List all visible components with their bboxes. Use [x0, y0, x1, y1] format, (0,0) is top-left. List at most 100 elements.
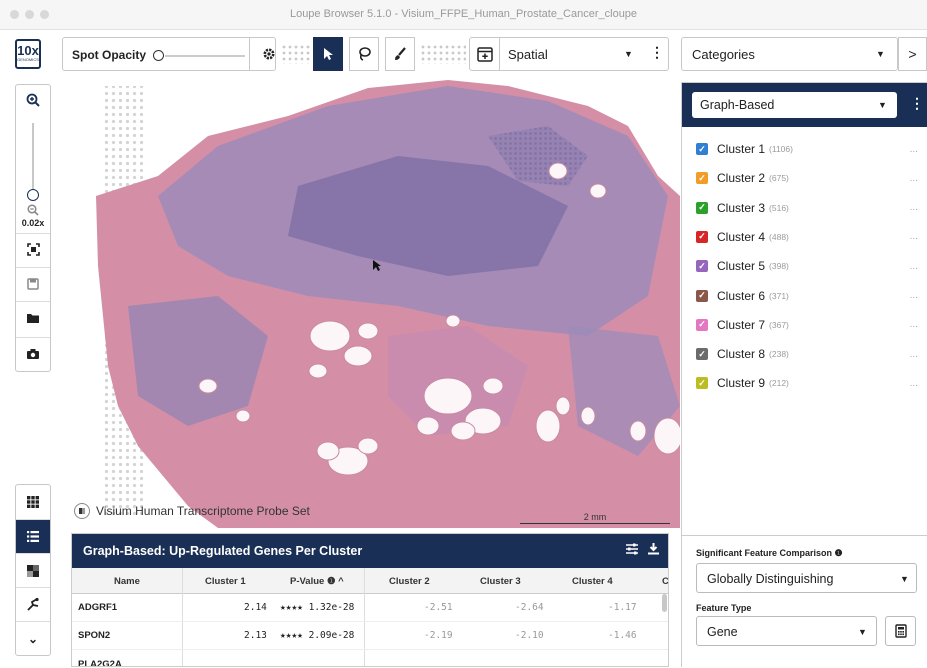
info-icon: ❶ [326, 576, 336, 587]
cluster-4-value: -1.17 [608, 602, 637, 613]
more-options-icon[interactable]: ⋮ [910, 95, 924, 112]
cluster-options-icon[interactable]: ... [910, 231, 918, 242]
cluster-2-value: -2.19 [424, 630, 453, 641]
gene-name: ADGRF1 [78, 602, 118, 613]
column-header-cluster-3[interactable]: Cluster 3 [480, 576, 521, 587]
cluster-options-icon[interactable]: ... [910, 349, 918, 360]
column-header-cluster-5[interactable]: C [662, 576, 668, 587]
sort-ascending-icon[interactable]: ^ [338, 576, 344, 587]
table-header-bar: Graph-Based: Up-Regulated Genes Per Clus… [72, 534, 668, 568]
cluster-options-icon[interactable]: ... [910, 173, 918, 184]
chevron-down-icon: ▼ [900, 574, 909, 584]
cluster-options-icon[interactable]: ... [910, 378, 918, 389]
cluster-item[interactable]: ✓ Cluster 6 (371)... [696, 285, 918, 307]
zoom-slider-track[interactable] [32, 123, 34, 193]
cluster-item[interactable]: ✓ Cluster 4 (488)... [696, 226, 918, 248]
cluster-name: Cluster 9 [717, 376, 766, 391]
cluster-item[interactable]: ✓ Cluster 5 (398)... [696, 255, 918, 277]
filter-icon[interactable] [625, 542, 639, 560]
scale-bar-label: 2 mm [583, 512, 607, 522]
cluster-checkbox[interactable]: ✓ [696, 289, 708, 302]
download-icon[interactable] [647, 542, 660, 560]
zoom-out-icon [27, 204, 39, 216]
calculator-button[interactable] [885, 616, 916, 646]
cluster-options-icon[interactable]: ... [910, 319, 918, 330]
cluster-options-icon[interactable]: ... [910, 202, 918, 213]
cluster-options-icon[interactable]: ... [910, 290, 918, 301]
feature-type-select[interactable]: Gene ▼ [696, 616, 877, 646]
save-button[interactable] [16, 267, 50, 299]
table-row[interactable]: SPON2 2.13 ★★★★ 2.09e-28 -2.19 -2.10 -1.… [72, 622, 668, 650]
view-selector[interactable]: Spatial ▼ ⋮ [469, 37, 669, 71]
more-options-icon[interactable]: ⋮ [650, 44, 664, 61]
trajectory-button[interactable] [16, 587, 50, 621]
zoom-in-button[interactable] [16, 85, 50, 115]
cluster-2-value: -2.51 [424, 602, 453, 613]
save-icon [27, 277, 39, 290]
cluster-checkbox[interactable]: ✓ [696, 318, 708, 331]
heatmap-button[interactable] [16, 553, 50, 587]
table-scrollbar[interactable] [662, 594, 667, 612]
table-row[interactable]: ADGRF1 2.14 ★★★★ 1.32e-28 -2.51 -2.64 -1… [72, 594, 668, 622]
cluster-checkbox[interactable]: ✓ [696, 348, 708, 361]
cluster-item[interactable]: ✓ Cluster 8 (238)... [696, 343, 918, 365]
view-mode-button[interactable] [470, 38, 500, 70]
cluster-checkbox[interactable]: ✓ [696, 172, 708, 185]
column-header-p-value[interactable]: P-Value ❶ ^ [290, 576, 344, 587]
cluster-options-icon[interactable]: ... [910, 261, 918, 272]
cluster-item[interactable]: ✓ Cluster 7 (367)... [696, 314, 918, 336]
cluster-item[interactable]: ✓ Cluster 1 (1106)... [696, 138, 918, 160]
cluster-checkbox[interactable]: ✓ [696, 201, 708, 214]
table-row[interactable]: PLA2G2A [72, 650, 668, 667]
column-header-cluster-4[interactable]: Cluster 4 [572, 576, 613, 587]
spot-opacity-slider-track[interactable] [165, 55, 245, 57]
heatmap-icon [27, 564, 39, 577]
list-view-button[interactable] [16, 519, 50, 553]
info-icon[interactable]: ❶ [835, 548, 843, 558]
fit-to-screen-button[interactable] [16, 233, 50, 265]
significant-feature-label: Significant Feature Comparison ❶ [696, 548, 843, 559]
panel-next-button[interactable]: > [898, 37, 927, 71]
column-header-cluster-2[interactable]: Cluster 2 [389, 576, 430, 587]
zoom-level-text: 0.02x [21, 218, 45, 228]
cluster-name: Cluster 4 [717, 229, 766, 244]
cluster-checkbox[interactable]: ✓ [696, 377, 708, 390]
significant-feature-select[interactable]: Globally Distinguishing ▼ [696, 563, 917, 593]
feature-comparison-section: Significant Feature Comparison ❶ Globall… [682, 535, 927, 668]
cluster-checkbox[interactable]: ✓ [696, 143, 708, 155]
feature-type-value: Gene [707, 625, 738, 639]
gene-name: PLA2G2A [78, 659, 122, 667]
clustering-selector[interactable]: Graph-Based ▼ [692, 92, 897, 118]
grid-view-button[interactable] [16, 485, 50, 519]
expand-tools-button[interactable]: ⌄ [16, 621, 50, 655]
chevron-down-icon: ▼ [876, 49, 885, 59]
window-titlebar: Loupe Browser 5.1.0 - Visium_FFPE_Human_… [0, 0, 927, 30]
lasso-tool-button[interactable] [349, 37, 379, 71]
brush-tool-button[interactable] [385, 37, 415, 71]
spatial-tissue-view[interactable] [68, 76, 680, 528]
cluster-item[interactable]: ✓ Cluster 2 (675)... [696, 167, 918, 189]
cluster-4-value: -1.46 [608, 630, 637, 641]
cluster-item[interactable]: ✓ Cluster 9 (212)... [696, 372, 918, 394]
cluster-count: (367) [769, 319, 789, 330]
cluster-3-value: -2.10 [515, 630, 544, 641]
screenshot-button[interactable] [16, 337, 50, 369]
p-value: ★★★★ 2.09e-28 [280, 630, 355, 641]
cluster-checkbox[interactable]: ✓ [696, 230, 708, 243]
zoom-in-icon [26, 93, 40, 107]
cluster-checkbox[interactable]: ✓ [696, 260, 708, 273]
cluster-options-icon[interactable]: ... [910, 144, 918, 155]
spot-opacity-slider-handle[interactable] [153, 50, 164, 61]
view-tools-panel: 0.02x [15, 84, 51, 372]
cluster-item[interactable]: ✓ Cluster 3 (516)... [696, 197, 918, 219]
table-column-headers: Name Cluster 1 P-Value ❶ ^ Cluster 2 Clu… [72, 568, 668, 594]
open-folder-button[interactable] [16, 301, 50, 333]
column-header-name[interactable]: Name [114, 576, 140, 587]
chevron-down-icon: ▼ [624, 49, 633, 59]
categories-selector[interactable]: Categories ▼ [681, 37, 898, 71]
select-tool-button[interactable] [313, 37, 343, 71]
zoom-slider-handle[interactable] [27, 189, 39, 201]
column-header-cluster-1[interactable]: Cluster 1 [205, 576, 246, 587]
spot-opacity-label: Spot Opacity [72, 48, 147, 62]
trajectory-icon [26, 597, 39, 611]
